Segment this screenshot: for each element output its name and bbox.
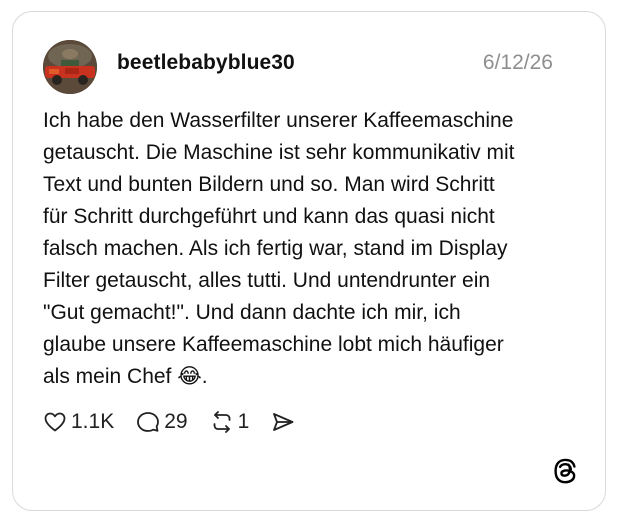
send-icon (273, 413, 294, 431)
reply-button[interactable]: 29 (136, 410, 188, 434)
share-button[interactable] (271, 410, 295, 434)
action-bar: 1.1K 29 1 (43, 406, 317, 438)
username[interactable]: beetlebabyblue30 (117, 51, 295, 75)
speech-bubble-icon (137, 412, 160, 432)
heart-icon (44, 412, 66, 432)
post-date: 6/12/26 (482, 51, 553, 74)
repost-count: 1 (237, 410, 250, 433)
threads-logo-icon (554, 458, 576, 484)
repost-icon (213, 411, 230, 433)
reply-count: 29 (164, 410, 188, 433)
post-text: Ich habe den Wasserfilter unserer Kaffee… (43, 109, 515, 388)
post-card: beetlebabyblue30 6/12/26 Ich habe den Wa… (12, 11, 606, 511)
like-button[interactable]: 1.1K (43, 410, 114, 434)
like-count: 1.1K (71, 410, 115, 433)
avatar[interactable] (43, 40, 97, 94)
repost-button[interactable]: 1 (210, 410, 250, 434)
